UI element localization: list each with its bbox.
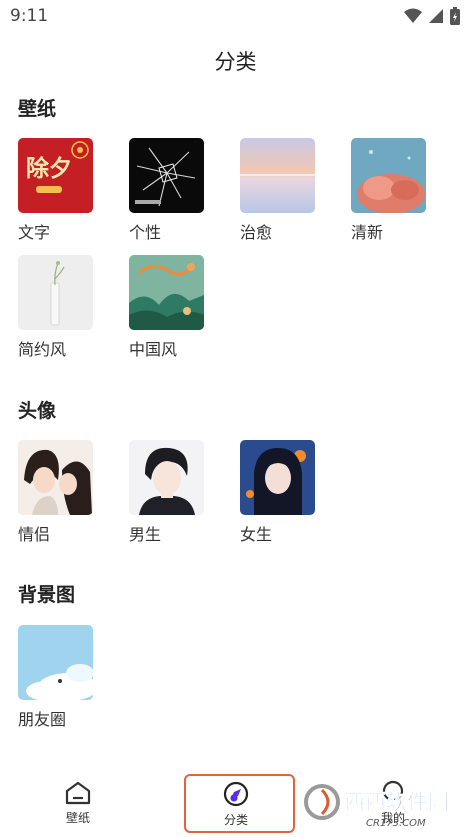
category-thumb <box>240 440 315 515</box>
thumb-image-healing <box>240 138 315 213</box>
category-thumb <box>18 625 93 700</box>
watermark-text: 西西软件园 <box>344 790 449 814</box>
category-label: 治愈 <box>240 223 273 242</box>
category-label: 清新 <box>351 223 384 242</box>
category-item-minimal[interactable]: 简约风 <box>18 255 94 360</box>
thumb-image-boy <box>129 440 204 515</box>
thumb-text: 除夕 <box>26 155 72 182</box>
category-item-moments[interactable]: 朋友圈 <box>18 625 94 730</box>
category-thumb <box>18 440 93 515</box>
status-time: 9:11 <box>10 6 49 26</box>
home-icon <box>65 781 91 805</box>
category-item-personality[interactable]: 个性 <box>129 138 205 243</box>
category-thumb <box>351 138 426 213</box>
thumb-image-text: 除夕 <box>18 138 93 213</box>
status-icons <box>403 6 461 26</box>
category-item-boy[interactable]: 男生 <box>129 440 205 545</box>
thumb-image-fresh <box>351 138 426 213</box>
category-item-text[interactable]: 除夕 文字 <box>18 138 94 243</box>
section-title-wallpaper: 壁纸 <box>18 98 57 120</box>
category-thumb: 除夕 <box>18 138 93 213</box>
category-item-healing[interactable]: 治愈 <box>240 138 316 243</box>
category-label: 中国风 <box>129 340 178 359</box>
category-item-chinese[interactable]: 中国风 <box>129 255 205 360</box>
signal-icon <box>429 9 443 23</box>
category-label: 朋友圈 <box>18 710 67 729</box>
thumb-image-personality <box>129 138 204 213</box>
category-item-couple[interactable]: 情侣 <box>18 440 94 545</box>
thumb-image-couple <box>18 440 93 515</box>
tab-wallpaper[interactable]: 壁纸 <box>28 780 128 826</box>
section-title-background: 背景图 <box>18 584 76 606</box>
category-thumb <box>129 255 204 330</box>
category-label: 男生 <box>129 525 162 544</box>
battery-icon <box>450 7 460 25</box>
category-item-girl[interactable]: 女生 <box>240 440 316 545</box>
thumb-image-girl <box>240 440 315 515</box>
watermark-subtext: CR173.COM <box>366 818 426 829</box>
category-label: 个性 <box>129 223 162 242</box>
category-item-fresh[interactable]: 清新 <box>351 138 427 243</box>
status-bar: 9:11 <box>0 0 471 32</box>
highlight-box <box>184 774 295 833</box>
page-title: 分类 <box>214 50 257 74</box>
category-thumb <box>240 138 315 213</box>
watermark-logo: 西西软件园 CR173.COM <box>300 778 471 833</box>
section-title-avatar: 头像 <box>18 400 57 422</box>
category-thumb <box>129 138 204 213</box>
category-thumb <box>129 440 204 515</box>
category-label: 简约风 <box>18 340 67 359</box>
category-label: 情侣 <box>18 525 51 544</box>
thumb-image-minimal <box>18 255 93 330</box>
thumb-image-moments <box>18 625 93 700</box>
category-label: 文字 <box>18 223 51 242</box>
category-label: 女生 <box>240 525 273 544</box>
thumb-image-chinese <box>129 255 204 330</box>
category-thumb <box>18 255 93 330</box>
wifi-icon <box>404 8 422 23</box>
tab-label: 壁纸 <box>65 811 90 825</box>
